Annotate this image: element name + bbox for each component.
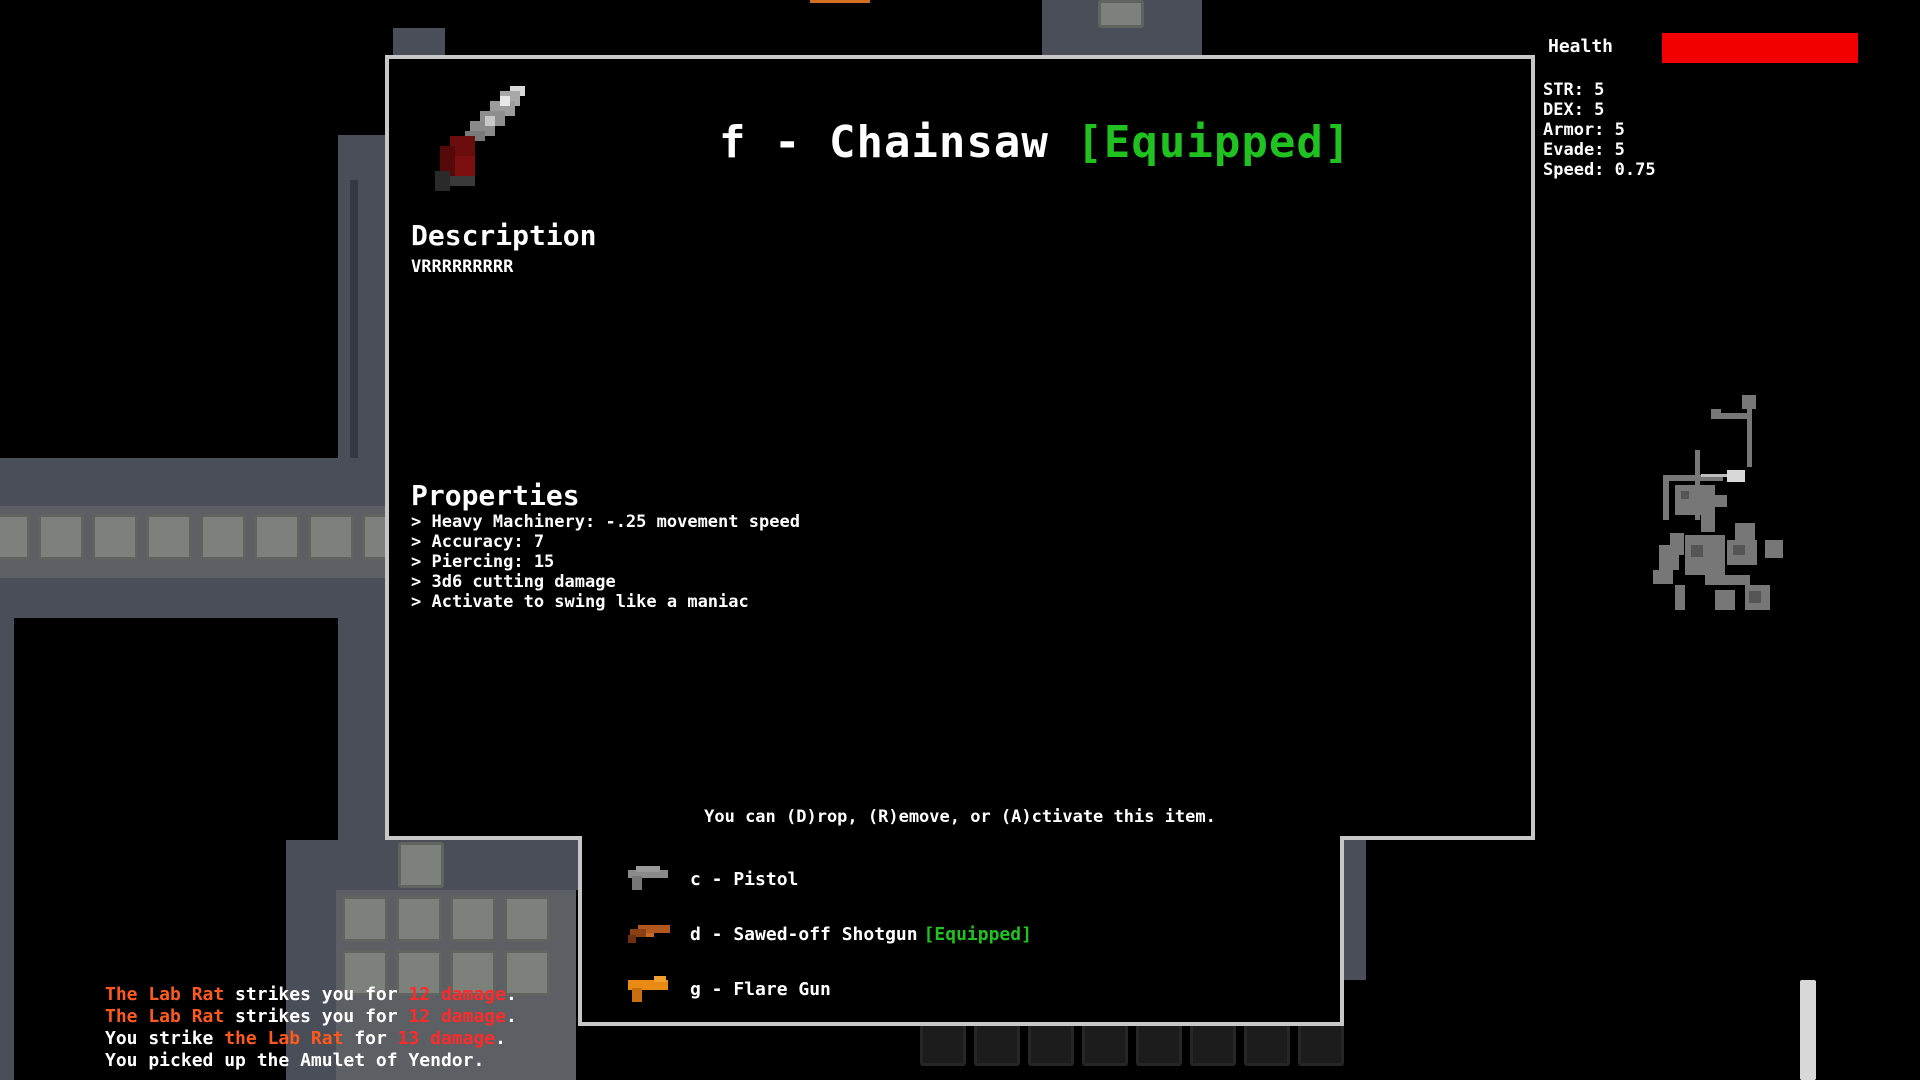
character-stats: STR: 5 DEX: 5 Armor: 5 Evade: 5 Speed: 0… — [1543, 80, 1656, 180]
equipped-badge: [Equipped] — [1076, 117, 1352, 168]
property-item: > Activate to swing like a maniac — [411, 592, 749, 612]
description-heading: Description — [411, 219, 597, 252]
health-bar-fill — [1662, 33, 1858, 63]
item-name: f - Chainsaw — [719, 117, 1049, 168]
shotgun-icon — [628, 925, 670, 943]
log-damage: 13 damage — [397, 1028, 496, 1049]
item-action-help: You can (D)rop, (R)emove, or (A)ctivate … — [704, 807, 1216, 827]
stat-evade: Evade: 5 — [1543, 140, 1625, 160]
inventory-item-flare-gun[interactable]: g - Flare Gun — [626, 974, 831, 1004]
log-text: You picked up the Amulet of Yendor. — [105, 1050, 485, 1071]
inventory-item-shotgun[interactable]: d - Sawed-off Shotgun [Equipped] — [626, 919, 1032, 949]
log-damage: 12 damage — [408, 1006, 506, 1027]
log-text: for — [343, 1028, 398, 1049]
log-line: The Lab Rat strikes you for 12 damage. — [105, 1006, 517, 1028]
log-scrollbar[interactable] — [1800, 980, 1816, 1080]
pistol-icon — [628, 866, 668, 890]
log-text: . — [506, 1006, 517, 1027]
log-line: You strike the Lab Rat for 13 damage. — [105, 1028, 517, 1050]
stat-str: STR: 5 — [1543, 80, 1605, 100]
minimap — [1653, 395, 1783, 610]
health-label: Health — [1548, 36, 1614, 57]
description-text: VRRRRRRRRR — [411, 257, 514, 277]
properties-heading: Properties — [411, 479, 580, 512]
log-text: . — [495, 1028, 507, 1049]
inventory-item-label: c - Pistol — [690, 868, 799, 890]
log-text: . — [506, 984, 517, 1005]
log-name: The Lab Rat — [105, 984, 225, 1005]
property-item: > Piercing: 15 — [411, 552, 555, 572]
inventory-item-label: g - Flare Gun — [690, 978, 831, 1000]
item-detail-dialog: f - Chainsaw [Equipped] Description VRRR… — [385, 55, 1535, 840]
log-damage: 12 damage — [408, 984, 506, 1005]
property-item: > 3d6 cutting damage — [411, 572, 616, 592]
message-log: The Lab Rat strikes you for 12 damage. Th… — [105, 984, 517, 1072]
stat-dex: DEX: 5 — [1543, 100, 1605, 120]
property-item: > Heavy Machinery: -.25 movement speed — [411, 512, 800, 532]
flare-gun-icon — [628, 976, 668, 1002]
item-title: f - Chainsaw [Equipped] — [719, 117, 1351, 168]
log-name: the Lab Rat — [224, 1028, 344, 1049]
equipped-badge: [Equipped] — [923, 923, 1032, 945]
log-line: You picked up the Amulet of Yendor. — [105, 1050, 517, 1072]
log-text: strikes you for — [224, 984, 409, 1005]
inventory-item-pistol[interactable]: c - Pistol — [626, 864, 798, 894]
chainsaw-icon — [435, 86, 525, 191]
stat-speed: Speed: 0.75 — [1543, 160, 1656, 180]
properties-list: > Heavy Machinery: -.25 movement speed >… — [411, 512, 800, 612]
log-name: The Lab Rat — [105, 1006, 225, 1027]
property-item: > Accuracy: 7 — [411, 532, 545, 552]
inventory-item-label: d - Sawed-off Shotgun — [690, 923, 918, 945]
log-line: The Lab Rat strikes you for 12 damage. — [105, 984, 517, 1006]
inventory-list: c - Pistol d - Sawed-off Shotgun [Equipp… — [578, 836, 1344, 1026]
log-text: strikes you for — [224, 1006, 409, 1027]
stat-armor: Armor: 5 — [1543, 120, 1625, 140]
health-bar — [1662, 33, 1858, 63]
log-text: You strike — [105, 1028, 225, 1049]
